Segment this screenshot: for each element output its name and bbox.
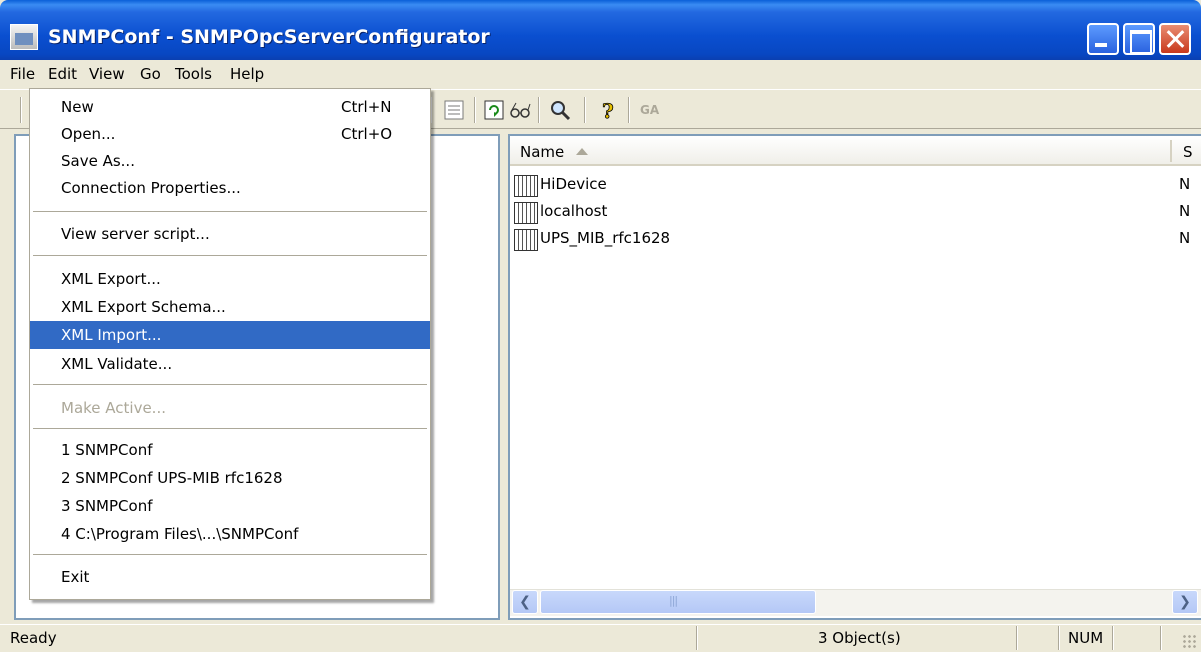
menu-separator xyxy=(33,211,427,213)
device-icon xyxy=(514,202,538,224)
menu-help[interactable]: Help xyxy=(230,65,264,83)
menu-item-label: 4 C:\Program Files\...\SNMPConf xyxy=(61,525,299,543)
menu-item-new[interactable]: New Ctrl+N xyxy=(30,93,430,121)
menu-item-connection-properties[interactable]: Connection Properties... xyxy=(30,174,430,202)
file-menu-dropdown: New Ctrl+N Open... Ctrl+O Save As... Con… xyxy=(29,88,431,600)
app-icon[interactable] xyxy=(10,24,38,50)
close-button[interactable] xyxy=(1159,23,1191,55)
svg-text:?: ? xyxy=(602,99,614,122)
menu-item-recent-2[interactable]: 2 SNMPConf UPS-MIB rfc1628 xyxy=(30,464,430,492)
ga-button[interactable]: GA xyxy=(640,103,670,127)
device-icon xyxy=(514,229,538,251)
menu-go[interactable]: Go xyxy=(140,65,161,83)
menu-item-exit[interactable]: Exit xyxy=(30,563,430,591)
list-header xyxy=(510,136,1201,166)
menu-item-xml-validate[interactable]: XML Validate... xyxy=(30,350,430,378)
menu-item-save-as[interactable]: Save As... xyxy=(30,147,430,175)
search-icon[interactable] xyxy=(548,98,572,122)
column-header-second[interactable]: S xyxy=(1183,143,1201,161)
list-item-name: localhost xyxy=(540,202,608,220)
menu-separator xyxy=(33,384,427,386)
column-header-name[interactable]: Name xyxy=(520,143,564,161)
menu-item-open[interactable]: Open... Ctrl+O xyxy=(30,120,430,148)
menu-item-label: 2 SNMPConf UPS-MIB rfc1628 xyxy=(61,469,283,487)
list-item[interactable]: HiDevice N xyxy=(514,173,1201,197)
menu-item-recent-1[interactable]: 1 SNMPConf xyxy=(30,436,430,464)
glasses-icon[interactable] xyxy=(508,98,532,122)
menu-item-label: New xyxy=(61,98,94,116)
menu-item-xml-export[interactable]: XML Export... xyxy=(30,265,430,293)
list-item-status: N xyxy=(1179,175,1191,193)
menu-item-label: View server script... xyxy=(61,225,210,243)
toolbar-separator xyxy=(628,97,630,123)
menu-item-recent-3[interactable]: 3 SNMPConf xyxy=(30,492,430,520)
sort-ascending-icon xyxy=(576,148,588,155)
status-separator xyxy=(1160,626,1162,650)
menu-edit[interactable]: Edit xyxy=(48,65,77,83)
toolbar-separator xyxy=(584,97,586,123)
menu-file[interactable]: File xyxy=(10,65,35,83)
menu-item-view-server-script[interactable]: View server script... xyxy=(30,220,430,248)
toolbar-separator xyxy=(538,97,540,123)
refresh-icon[interactable] xyxy=(482,98,506,122)
help-icon[interactable]: ? xyxy=(596,98,620,124)
menu-item-make-active: Make Active... xyxy=(30,394,430,422)
toolbar-separator xyxy=(474,97,476,123)
list-item-status: N xyxy=(1179,229,1191,247)
scrollbar-thumb[interactable] xyxy=(540,590,816,614)
menu-item-label: XML Import... xyxy=(61,326,162,344)
object-count: 3 Object(s) xyxy=(818,629,901,647)
num-lock-indicator: NUM xyxy=(1068,629,1104,647)
menu-item-shortcut: Ctrl+N xyxy=(341,98,392,116)
menu-item-label: Connection Properties... xyxy=(61,179,241,197)
menu-item-label: Save As... xyxy=(61,152,135,170)
list-item[interactable]: UPS_MIB_rfc1628 N xyxy=(514,227,1201,251)
minimize-button[interactable] xyxy=(1087,23,1119,55)
status-separator xyxy=(1058,626,1060,650)
scroll-right-arrow-icon[interactable]: ❯ xyxy=(1172,590,1198,614)
menu-tools[interactable]: Tools xyxy=(175,65,212,83)
status-separator xyxy=(1112,626,1114,650)
menu-item-label: Exit xyxy=(61,568,90,586)
status-bar xyxy=(0,624,1201,652)
menu-item-shortcut: Ctrl+O xyxy=(341,125,393,143)
menu-item-label: XML Export... xyxy=(61,270,161,288)
menu-item-label: XML Validate... xyxy=(61,355,173,373)
status-text: Ready xyxy=(10,629,57,647)
column-divider[interactable] xyxy=(1170,140,1172,162)
menu-separator xyxy=(33,255,427,257)
menu-item-label: 1 SNMPConf xyxy=(61,441,153,459)
maximize-button[interactable] xyxy=(1123,23,1155,55)
list-item[interactable]: localhost N xyxy=(514,200,1201,224)
list-item-status: N xyxy=(1179,202,1191,220)
device-icon xyxy=(514,175,538,197)
menu-item-xml-export-schema[interactable]: XML Export Schema... xyxy=(30,293,430,321)
toolbar-grip xyxy=(20,97,22,123)
list-item-name: HiDevice xyxy=(540,175,607,193)
menu-separator xyxy=(33,554,427,556)
menu-view[interactable]: View xyxy=(89,65,125,83)
menu-item-xml-import[interactable]: XML Import... xyxy=(30,321,430,349)
window-title: SNMPConf - SNMPOpcServerConfigurator xyxy=(48,26,490,48)
menu-item-label: 3 SNMPConf xyxy=(61,497,153,515)
resize-grip-icon[interactable] xyxy=(1182,634,1198,650)
menu-item-recent-4[interactable]: 4 C:\Program Files\...\SNMPConf xyxy=(30,520,430,548)
menu-item-label: Make Active... xyxy=(61,399,166,417)
scroll-left-arrow-icon[interactable]: ❮ xyxy=(512,590,538,614)
status-separator xyxy=(1016,626,1018,650)
list-item-name: UPS_MIB_rfc1628 xyxy=(540,229,671,247)
menu-item-label: XML Export Schema... xyxy=(61,298,226,316)
menu-separator xyxy=(33,428,427,430)
status-separator xyxy=(696,626,698,650)
properties-icon[interactable] xyxy=(442,98,466,122)
menu-item-label: Open... xyxy=(61,125,116,143)
